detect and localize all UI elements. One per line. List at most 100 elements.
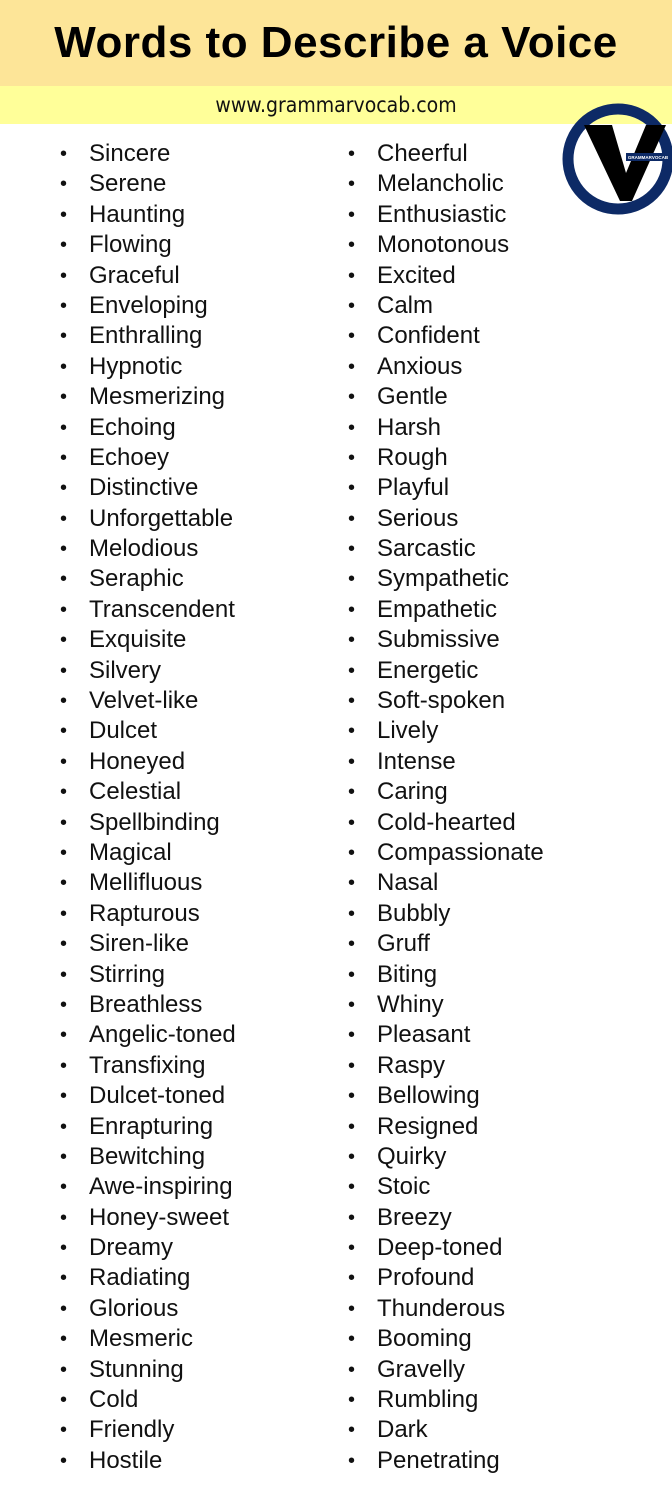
bullet-icon: • <box>348 538 356 561</box>
list-item: • Rumbling <box>348 1385 544 1415</box>
bullet-icon: • <box>60 781 68 804</box>
bullet-icon: • <box>348 294 356 317</box>
bullet-icon: • <box>348 1297 356 1320</box>
word: Deep-toned <box>377 1234 503 1262</box>
bullet-icon: • <box>60 1206 68 1229</box>
word: Lively <box>377 717 439 745</box>
bullet-icon: • <box>60 1267 68 1290</box>
word: Spellbinding <box>89 808 220 836</box>
list-item: • Magical <box>60 838 236 868</box>
list-item: • Resigned <box>348 1112 544 1142</box>
word: Mesmeric <box>89 1325 194 1353</box>
bullet-icon: • <box>348 1328 356 1351</box>
bullet-icon: • <box>348 1115 356 1138</box>
bullet-icon: • <box>60 477 68 500</box>
word: Caring <box>377 778 448 806</box>
bullet-icon: • <box>60 963 68 986</box>
bullet-icon: • <box>348 386 356 409</box>
word: Nasal <box>377 869 439 897</box>
bullet-icon: • <box>60 1085 68 1108</box>
word: Rumbling <box>377 1386 479 1414</box>
list-item: • Sympathetic <box>348 564 544 594</box>
word: Bellowing <box>377 1082 480 1110</box>
list-item: • Submissive <box>348 625 544 655</box>
bullet-icon: • <box>348 568 356 591</box>
list-item: • Enthralling <box>60 321 236 351</box>
bullet-icon: • <box>348 598 356 621</box>
grammarvocab-logo-icon: GRAMMARVOCAB <box>562 103 672 215</box>
word: Haunting <box>89 200 186 228</box>
list-item: • Gruff <box>348 929 544 959</box>
list-item: • Monotonous <box>348 230 544 260</box>
list-item: • Dark <box>348 1415 544 1445</box>
word: Compassionate <box>377 838 544 866</box>
bullet-icon: • <box>348 841 356 864</box>
word: Celestial <box>89 778 182 806</box>
word: Booming <box>377 1325 472 1353</box>
list-item: • Transcendent <box>60 595 236 625</box>
list-item: • Playful <box>348 473 544 503</box>
list-item: • Echoey <box>60 443 236 473</box>
list-item: • Bewitching <box>60 1142 236 1172</box>
word: Bewitching <box>89 1142 206 1170</box>
list-item: • Energetic <box>348 656 544 686</box>
bullet-icon: • <box>60 811 68 834</box>
list-item: • Velvet-like <box>60 686 236 716</box>
word: Radiating <box>89 1264 191 1292</box>
bullet-icon: • <box>60 750 68 773</box>
bullet-icon: • <box>60 203 68 226</box>
word: Mellifluous <box>89 869 203 897</box>
word: Serious <box>377 504 459 532</box>
bullet-icon: • <box>60 325 68 348</box>
bullet-icon: • <box>348 902 356 925</box>
word: Honeyed <box>89 747 186 775</box>
left-word-list: • Sincere • Serene • Haunting • Flowing • Gracefu… <box>60 139 236 1476</box>
bullet-icon: • <box>348 1054 356 1077</box>
bullet-icon: • <box>60 690 68 713</box>
list-item: • Stirring <box>60 960 236 990</box>
bullet-icon: • <box>60 143 68 165</box>
list-item: • Echoing <box>60 413 236 443</box>
word: Cold <box>89 1386 139 1414</box>
list-item: • Dulcet-toned <box>60 1081 236 1111</box>
word: Hostile <box>89 1446 163 1474</box>
list-item: • Silvery <box>60 656 236 686</box>
word: Transcendent <box>89 595 235 623</box>
list-item: • Compassionate <box>348 838 544 868</box>
bullet-icon: • <box>348 1237 356 1260</box>
bullet-icon: • <box>60 993 68 1016</box>
word: Honey-sweet <box>89 1203 230 1231</box>
bullet-icon: • <box>60 720 68 743</box>
word: Stunning <box>89 1355 184 1383</box>
bullet-icon: • <box>60 1176 68 1199</box>
list-item: • Sincere <box>60 139 236 169</box>
bullet-icon: • <box>60 264 68 287</box>
list-item: • Pleasant <box>348 1020 544 1050</box>
list-item: • Haunting <box>60 200 236 230</box>
word: Echoey <box>89 443 170 471</box>
bullet-icon: • <box>60 1297 68 1320</box>
bullet-icon: • <box>60 1145 68 1168</box>
word: Siren-like <box>89 930 190 958</box>
bullet-icon: • <box>348 1145 356 1168</box>
bullet-icon: • <box>60 294 68 317</box>
bullet-icon: • <box>60 173 68 196</box>
word: Gruff <box>377 930 430 958</box>
bullet-icon: • <box>60 933 68 956</box>
word: Cold-hearted <box>377 808 516 836</box>
list-item: • Serious <box>348 504 544 534</box>
bullet-icon: • <box>60 1358 68 1381</box>
list-item: • Cold-hearted <box>348 808 544 838</box>
list-item: • Enthusiastic <box>348 200 544 230</box>
bullet-icon: • <box>348 143 356 165</box>
bullet-icon: • <box>348 203 356 226</box>
bullet-icon: • <box>348 446 356 469</box>
bullet-icon: • <box>60 1054 68 1077</box>
word: Gravelly <box>377 1355 466 1383</box>
list-item: • Breathless <box>60 990 236 1020</box>
bullet-icon: • <box>60 538 68 561</box>
list-item: • Deep-toned <box>348 1233 544 1263</box>
list-item: • Thunderous <box>348 1294 544 1324</box>
bullet-icon: • <box>348 659 356 682</box>
bullet-icon: • <box>60 841 68 864</box>
